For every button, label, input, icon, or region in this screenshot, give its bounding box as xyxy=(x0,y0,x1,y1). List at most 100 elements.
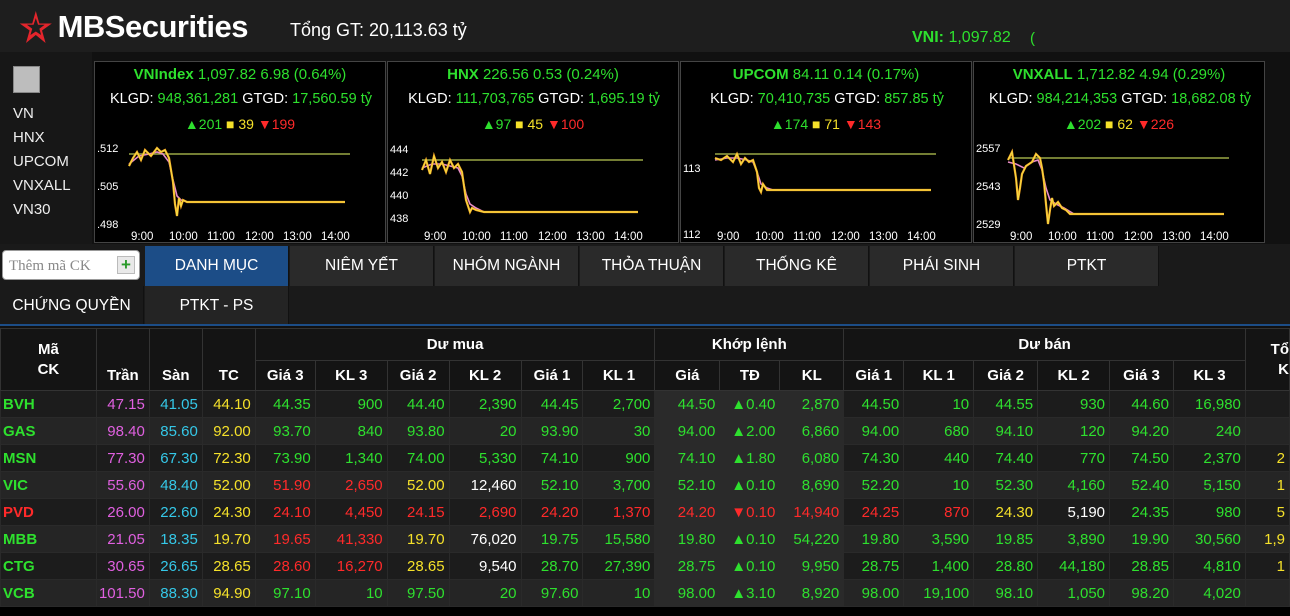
table-row[interactable]: GAS 98.40 85.60 92.00 93.70 840 93.80 20 93.90 30… xyxy=(0,417,1290,445)
tab-ptkt[interactable]: PTKT xyxy=(1015,246,1159,286)
tab-nhom-nganh[interactable]: NHÓM NGÀNH xyxy=(435,246,579,286)
table-cell: 16,980 xyxy=(1172,390,1246,418)
panel-volume: KLGD: 948,361,281 GTGD: 17,560.59 tỷ xyxy=(99,91,383,107)
chart-x-tick: 9:00 xyxy=(1010,231,1032,242)
index-item-vn[interactable]: VN xyxy=(13,102,71,126)
index-item-vn30[interactable]: VN30 xyxy=(13,198,71,222)
col-11: TĐ xyxy=(719,360,781,391)
table-row[interactable]: MSN 77.30 67.30 72.30 73.90 1,340 74.00 5,330 74… xyxy=(0,444,1290,472)
price-line-highlight xyxy=(128,147,345,217)
col-5: KL 3 xyxy=(314,360,388,391)
table-cell: 27,390 xyxy=(582,552,656,580)
chart-x-tick: 12:00 xyxy=(245,231,274,242)
moving-average-line xyxy=(421,163,638,213)
table-cell: 72.30 xyxy=(201,444,256,472)
table-row[interactable]: VIC 55.60 48.40 52.00 51.90 2,650 52.00 12,460 5… xyxy=(0,471,1290,499)
symbol-cell[interactable]: BVH xyxy=(0,390,97,418)
chart-x-tick: 10:00 xyxy=(755,231,784,242)
add-symbol-button[interactable]: + xyxy=(117,256,135,274)
table-cell: 48.40 xyxy=(148,471,203,499)
col-15: Giá 2 xyxy=(973,360,1039,391)
col-total: Tổ K xyxy=(1244,328,1290,391)
table-cell: 5,150 xyxy=(1172,471,1246,499)
klgd-value: 984,214,353 xyxy=(1036,91,1118,107)
symbol-cell[interactable]: VCB xyxy=(0,579,97,607)
table-row[interactable]: BVH 47.15 41.05 44.10 44.35 900 44.40 2,390 44.4… xyxy=(0,390,1290,418)
symbol-cell[interactable]: VIC xyxy=(0,471,97,499)
table-row[interactable]: MBB 21.05 18.35 19.70 19.65 41,330 19.70 76,020… xyxy=(0,525,1290,553)
intraday-chart: 113 112 9:00 10:00 11:00 12:00 13:00 14:00 xyxy=(683,151,936,242)
panel-index-value: 1,712.82 4.94 (0.29%) xyxy=(1076,66,1226,83)
tab-thong-ke[interactable]: THỐNG KÊ xyxy=(725,246,869,286)
table-cell: 1,400 xyxy=(903,552,975,580)
index-list: VN HNX UPCOM VNXALL VN30 xyxy=(13,102,71,222)
index-item-vnxall[interactable]: VNXALL xyxy=(13,174,71,198)
table-cell: 24.15 xyxy=(386,498,450,526)
table-cell: 30.65 xyxy=(95,552,150,580)
symbol-cell[interactable]: MBB xyxy=(0,525,97,553)
symbol-cell[interactable]: PVD xyxy=(0,498,97,526)
table-cell: 770 xyxy=(1037,444,1111,472)
tab-danh-muc[interactable]: DANH MỤC xyxy=(145,246,289,286)
table-cell: 14,940 xyxy=(779,498,845,526)
table-cell xyxy=(1244,390,1290,418)
table-cell: 74.00 xyxy=(386,444,450,472)
panel-volume: KLGD: 70,410,735 GTGD: 857.85 tỷ xyxy=(685,91,969,107)
table-cell: 19.75 xyxy=(520,525,584,553)
panel-index-name: UPCOM xyxy=(732,66,789,83)
index-panel-upcom[interactable]: UPCOM 84.11 0.14 (0.17%) KLGD: 70,410,73… xyxy=(680,61,972,243)
table-row[interactable]: CTG 30.65 26.65 28.65 28.60 16,270 28.65 9,540 2… xyxy=(0,552,1290,580)
table-cell: 85.60 xyxy=(148,417,203,445)
tab-niem-yet[interactable]: NIÊM YẾT xyxy=(290,246,434,286)
table-cell: 52.00 xyxy=(201,471,256,499)
chart-y-tick: .498 xyxy=(97,219,118,231)
chart-y-tick: 442 xyxy=(390,167,408,179)
symbol-cell[interactable]: CTG xyxy=(0,552,97,580)
chart-x-tick: 13:00 xyxy=(869,231,898,242)
gtgd-value: 17,560.59 tỷ xyxy=(292,91,372,107)
table-row[interactable]: VCB 101.50 88.30 94.90 97.10 10 97.50 20 97.60 10… xyxy=(0,579,1290,607)
chart-x-tick: 14:00 xyxy=(614,231,643,242)
index-item-hnx[interactable]: HNX xyxy=(13,126,71,150)
brand-logo[interactable]: MBSecurities xyxy=(18,8,249,46)
index-panel-hnx[interactable]: HNX 226.56 0.53 (0.24%) KLGD: 111,703,76… xyxy=(387,61,679,243)
table-cell: 10 xyxy=(582,579,656,607)
chart-y-tick: .512 xyxy=(97,143,118,155)
table-cell: 5,330 xyxy=(448,444,522,472)
chart-x-tick: 13:00 xyxy=(576,231,605,242)
table-cell: 55.60 xyxy=(95,471,150,499)
table-cell: 900 xyxy=(314,390,388,418)
chart-x-tick: 12:00 xyxy=(1124,231,1153,242)
add-symbol-input[interactable] xyxy=(9,255,109,277)
klgd-label: KLGD: xyxy=(989,91,1033,107)
table-cell: 44.10 xyxy=(201,390,256,418)
index-item-upcom[interactable]: UPCOM xyxy=(13,150,71,174)
chart-x-tick: 14:00 xyxy=(907,231,936,242)
table-cell: 44.50 xyxy=(843,390,905,418)
symbol-cell[interactable]: GAS xyxy=(0,417,97,445)
chart-y-tick: 2529 xyxy=(976,219,1000,231)
index-panel-vnindex[interactable]: VNIndex 1,097.82 6.98 (0.64%) KLGD: 948,… xyxy=(94,61,386,243)
col-16: KL 2 xyxy=(1037,360,1111,391)
tab-thoa-thuan[interactable]: THỎA THUẬN xyxy=(580,246,724,286)
index-toggle-checkbox[interactable] xyxy=(13,66,40,93)
table-cell: 28.60 xyxy=(254,552,316,580)
table-cell: 41,330 xyxy=(314,525,388,553)
gtgd-label: GTGD: xyxy=(834,91,881,107)
klgd-label: KLGD: xyxy=(710,91,754,107)
col-4: Giá 3 xyxy=(254,360,316,391)
panel-breadth: ▲202 ■ 62 ▼226 xyxy=(974,116,1264,132)
col-code: Mã CK xyxy=(0,328,97,391)
table-row[interactable]: PVD 26.00 22.60 24.30 24.10 4,450 24.15 2,690 24… xyxy=(0,498,1290,526)
tab-phai-sinh[interactable]: PHÁI SINH xyxy=(870,246,1014,286)
table-cell: 15,580 xyxy=(582,525,656,553)
tab-chung-quyen[interactable]: CHỨNG QUYỀN xyxy=(0,286,144,326)
col-ceiling: Trần xyxy=(95,328,150,391)
symbol-cell[interactable]: MSN xyxy=(0,444,97,472)
tab-ptkt-ps[interactable]: PTKT - PS xyxy=(145,286,289,326)
price-line xyxy=(714,151,931,196)
moving-average-line xyxy=(1007,159,1224,215)
table-cell: 94.00 xyxy=(654,417,721,445)
index-panel-vnxall[interactable]: VNXALL 1,712.82 4.94 (0.29%) KLGD: 984,2… xyxy=(973,61,1265,243)
table-cell: ▲1.80 xyxy=(719,444,781,472)
